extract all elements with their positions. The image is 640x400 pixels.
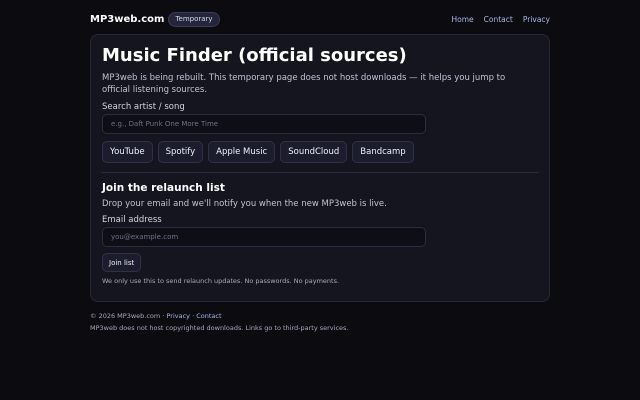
soundcloud-button[interactable]: SoundCloud [280, 141, 348, 163]
page-title: Music Finder (official sources) [102, 45, 407, 66]
site-header: MP3web.com Temporary Home Contact Privac… [90, 10, 550, 28]
footer-separator: · [162, 312, 165, 320]
youtube-button[interactable]: YouTube [102, 141, 153, 163]
privacy-note: We only use this to send relaunch update… [102, 277, 340, 285]
relaunch-description: Drop your email and we'll notify you whe… [102, 199, 387, 209]
email-label: Email address [102, 215, 162, 225]
email-field[interactable] [102, 227, 426, 247]
main-card: Music Finder (official sources) MP3web i… [90, 34, 550, 302]
status-badge: Temporary [168, 11, 220, 27]
spotify-button[interactable]: Spotify [157, 141, 204, 163]
brand-name[interactable]: MP3web.com [90, 14, 164, 25]
footer-copyright: © 2026 MP3web.com [90, 312, 161, 320]
top-nav: Home Contact Privacy [452, 15, 551, 24]
apple-music-button[interactable]: Apple Music [208, 141, 276, 163]
footer-disclaimer: MP3web does not host copyrighted downloa… [90, 324, 349, 332]
footer-separator: · [192, 312, 195, 320]
search-input[interactable] [102, 114, 426, 134]
join-list-button[interactable]: Join list [102, 253, 142, 272]
nav-link-privacy[interactable]: Privacy [523, 15, 550, 24]
nav-link-home[interactable]: Home [452, 15, 474, 24]
nav-link-contact[interactable]: Contact [484, 15, 513, 24]
bandcamp-button[interactable]: Bandcamp [352, 141, 414, 163]
source-buttons: YouTube Spotify Apple Music SoundCloud B… [102, 141, 414, 163]
footer-link-contact[interactable]: Contact [196, 312, 221, 320]
relaunch-title: Join the relaunch list [102, 182, 225, 194]
section-divider [102, 172, 538, 173]
footer-line: © 2026 MP3web.com · Privacy · Contact [90, 312, 222, 320]
intro-text: MP3web is being rebuilt. This temporary … [102, 73, 506, 95]
search-label: Search artist / song [102, 102, 185, 112]
page: MP3web.com Temporary Home Contact Privac… [0, 0, 640, 400]
footer-link-privacy[interactable]: Privacy [166, 312, 190, 320]
brand: MP3web.com Temporary [90, 11, 220, 27]
